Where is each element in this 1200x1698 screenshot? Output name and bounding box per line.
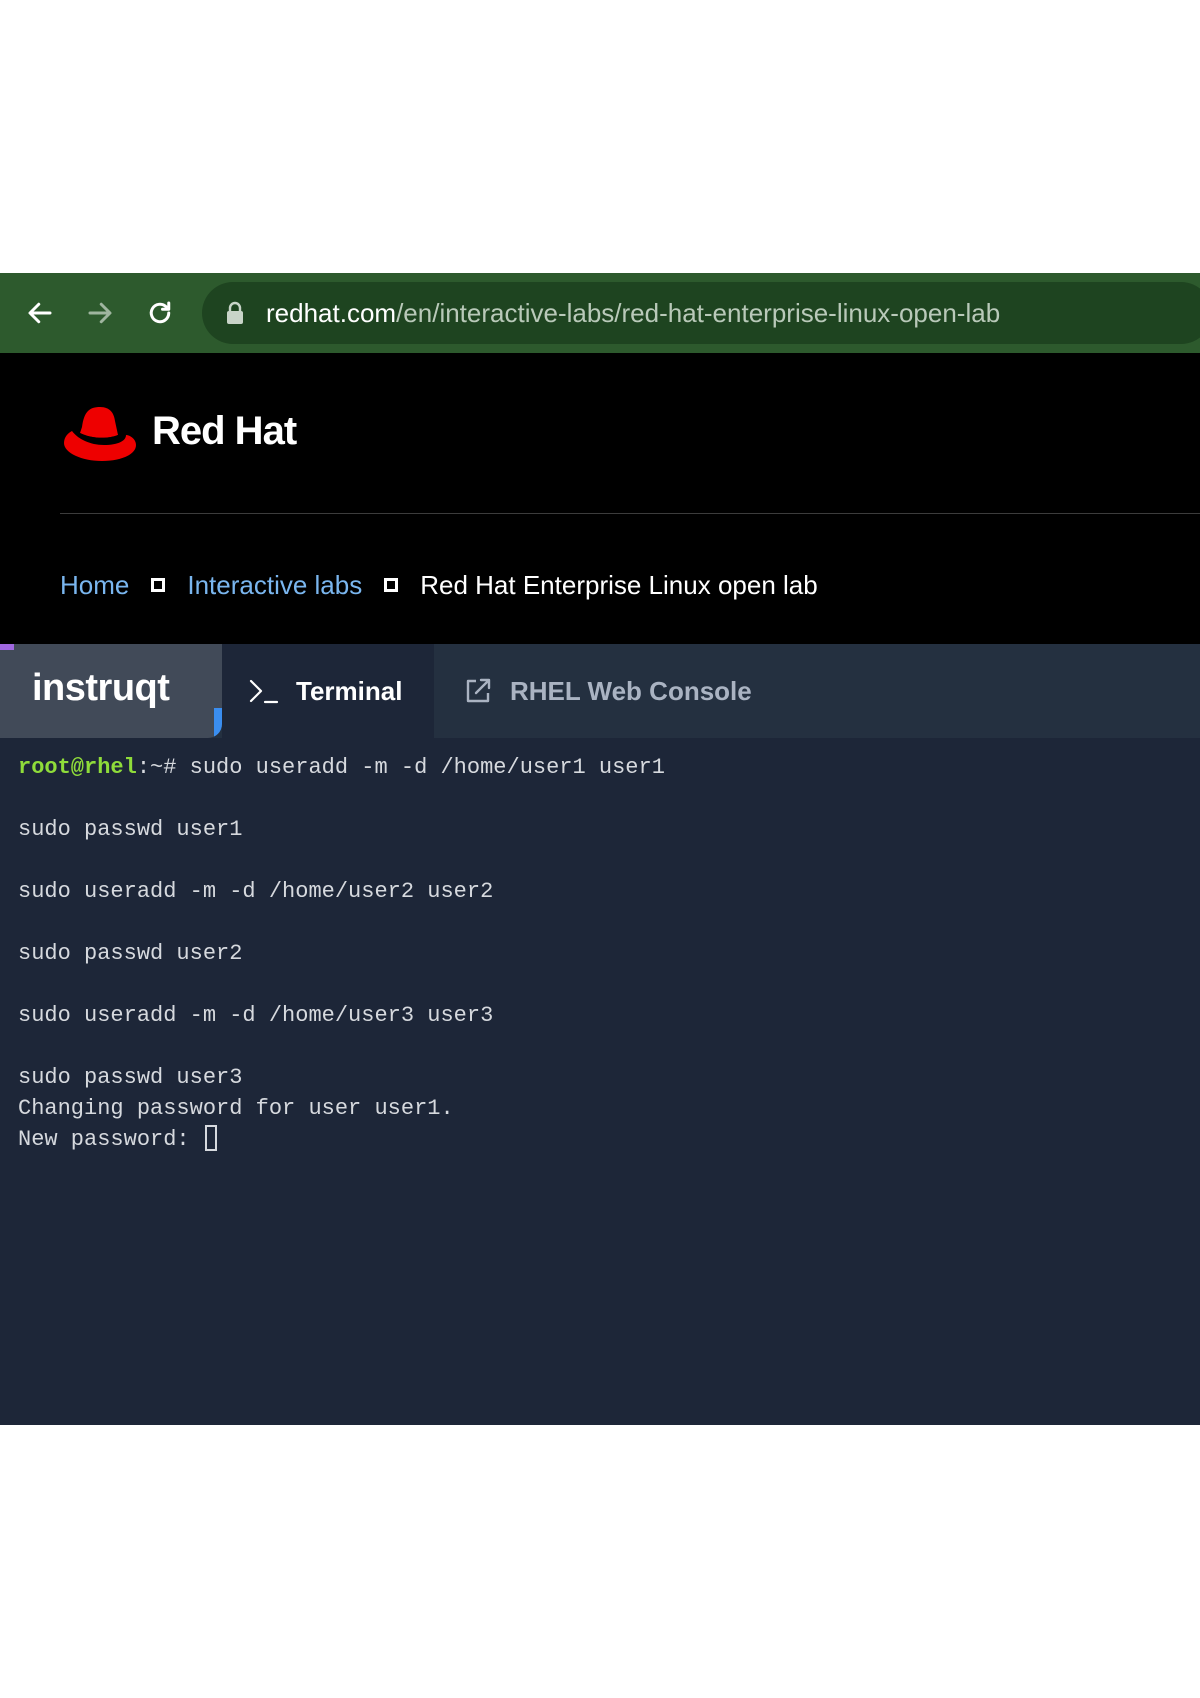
terminal-output[interactable]: root@rhel:~# sudo useradd -m -d /home/us…	[0, 738, 1200, 1425]
screenshot-frame: redhat.com/en/interactive-labs/red-hat-e…	[0, 273, 1200, 1425]
tab-rhel-web-console[interactable]: RHEL Web Console	[434, 644, 774, 738]
address-bar[interactable]: redhat.com/en/interactive-labs/red-hat-e…	[202, 282, 1200, 344]
terminal-cursor[interactable]	[204, 1125, 217, 1151]
url-text: redhat.com/en/interactive-labs/red-hat-e…	[266, 282, 1000, 344]
instruqt-logo-tab: instruqt	[0, 644, 222, 738]
reload-icon	[149, 301, 171, 324]
browser-toolbar: redhat.com/en/interactive-labs/red-hat-e…	[0, 273, 1200, 353]
lock-icon	[227, 301, 243, 324]
instruqt-logo: instruqt	[32, 667, 170, 709]
arrow-left-icon	[28, 302, 52, 324]
forward-button[interactable]	[80, 293, 120, 333]
breadcrumb-interactive-labs[interactable]: Interactive labs	[187, 570, 362, 601]
breadcrumb-separator-icon	[384, 578, 399, 592]
brand-name[interactable]: Red Hat	[152, 405, 297, 457]
breadcrumb: Home Interactive labs Red Hat Enterprise…	[60, 565, 818, 605]
prompt-user: root@rhel	[18, 755, 137, 780]
terminal-prompt-icon	[249, 679, 279, 704]
tab-console-label: RHEL Web Console	[510, 676, 752, 706]
terminal-line: Changing password for user user1.	[18, 1096, 454, 1121]
reload-button[interactable]	[140, 293, 180, 333]
terminal-line: sudo useradd -m -d /home/user3 user3	[18, 1003, 494, 1028]
prompt-path: :~#	[136, 755, 177, 780]
terminal-line: New password:	[18, 1125, 217, 1155]
terminal-line: sudo passwd user3	[18, 1065, 243, 1090]
breadcrumb-separator-icon	[151, 578, 166, 592]
breadcrumb-current: Red Hat Enterprise Linux open lab	[420, 569, 818, 600]
password-prompt: New password:	[18, 1127, 203, 1152]
url-host: redhat.com	[266, 298, 397, 328]
url-path: /en/interactive-labs/red-hat-enterprise-…	[396, 298, 1001, 328]
accent-bar	[0, 644, 14, 650]
terminal-line: sudo passwd user1	[18, 817, 243, 842]
back-button[interactable]	[20, 293, 60, 333]
accent-bar	[214, 708, 222, 738]
breadcrumb-home[interactable]: Home	[60, 570, 129, 601]
external-link-icon	[466, 678, 491, 703]
terminal-line: root@rhel:~# sudo useradd -m -d /home/us…	[18, 753, 665, 783]
terminal-line: sudo passwd user2	[18, 941, 243, 966]
terminal-command: sudo useradd -m -d /home/user1 user1	[176, 755, 665, 780]
lab-tab-bar: instruqt Terminal RHEL Web Console	[0, 644, 1200, 738]
terminal-line: sudo useradd -m -d /home/user2 user2	[18, 879, 494, 904]
tab-terminal[interactable]: Terminal	[222, 644, 434, 738]
tab-terminal-label: Terminal	[296, 676, 403, 706]
arrow-right-icon	[88, 302, 112, 324]
red-hat-logo-icon[interactable]	[60, 401, 140, 465]
header-divider	[60, 513, 1200, 514]
